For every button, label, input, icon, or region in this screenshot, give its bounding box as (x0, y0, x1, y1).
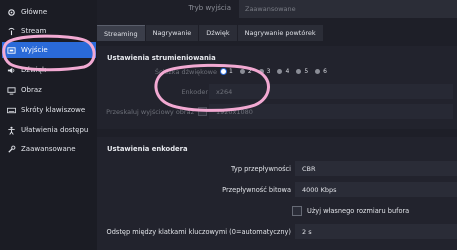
accessibility-icon (7, 126, 16, 135)
speaker-icon (7, 66, 16, 75)
radio-dot (239, 69, 245, 74)
encoder-select[interactable]: x264 (209, 84, 453, 99)
streaming-settings-panel: Ustawienia strumieniowania Ścieżka dźwię… (97, 46, 457, 129)
audio-track-radio-4[interactable]: 4 (277, 68, 289, 75)
output-mode-select[interactable]: Zaawansowane (239, 0, 457, 18)
audio-track-num: 6 (323, 68, 327, 75)
keyboard-icon (7, 106, 16, 115)
audio-track-radio-6[interactable]: 6 (315, 68, 327, 75)
broadcast-icon (7, 27, 16, 36)
keyframe-interval-input[interactable]: 2 s (295, 224, 457, 239)
output-icon (7, 46, 16, 55)
sidebar-item-label: Dźwięk (21, 66, 47, 74)
audio-track-num: 3 (266, 68, 271, 75)
output-mode-label: Tryb wyjścia (188, 4, 231, 12)
encoder-section-title: Ustawienia enkodera (107, 145, 188, 153)
audio-track-radios: 1 2 3 4 5 6 (221, 68, 334, 75)
sidebar-item-label: Skróty klawiszowe (21, 106, 86, 114)
tab-replay-buffer[interactable]: Nagrywanie powtórek (237, 25, 323, 41)
radio-dot (258, 69, 264, 74)
rescale-label: Przeskaluj wyjściowy obraz (106, 108, 194, 116)
radio-dot (315, 69, 321, 74)
radio-dot (277, 69, 283, 74)
custom-buffer-checkbox[interactable]: Użyj własnego rozmiaru bufora (292, 206, 409, 216)
audio-track-radio-2[interactable]: 2 (239, 68, 252, 75)
audio-track-radio-3[interactable]: 3 (258, 68, 271, 75)
sidebar-item-video[interactable]: Obraz (2, 82, 96, 98)
sidebar-item-label: Ułatwienia dostępu (21, 126, 89, 134)
bitrate-label: Przepływność bitowa (222, 186, 291, 194)
rate-control-select[interactable]: CBR (295, 161, 457, 176)
checkbox-box (292, 206, 302, 216)
audio-track-num: 4 (285, 68, 290, 75)
tab-streaming[interactable]: Streaming (97, 25, 145, 41)
sidebar-item-label: Zaawansowane (21, 145, 76, 153)
sidebar-item-label: Wyjście (21, 46, 48, 54)
audio-track-radio-1[interactable]: 1 (221, 68, 233, 75)
settings-sidebar: Główne Stream Wyjście Dźwięk Obraz Skrót… (0, 0, 97, 250)
tab-recording[interactable]: Nagrywanie (145, 25, 199, 41)
sidebar-item-accessibility[interactable]: Ułatwienia dostępu (2, 122, 96, 138)
rescale-checkbox[interactable] (198, 107, 207, 116)
radio-dot (296, 69, 302, 74)
rate-control-label: Typ przepływności (230, 165, 291, 173)
encoder-settings-panel: Ustawienia enkodera Typ przepływności CB… (97, 137, 457, 250)
audio-track-num: 1 (229, 68, 233, 75)
audio-track-label: Ścieżka dźwiękowe (154, 68, 217, 76)
output-mode-row: Tryb wyjścia Zaawansowane (97, 0, 457, 22)
output-tabs: Streaming Nagrywanie Dźwięk Nagrywanie p… (97, 25, 324, 41)
sidebar-item-label: Główne (21, 8, 48, 16)
custom-buffer-label: Użyj własnego rozmiaru bufora (307, 207, 410, 215)
rescale-resolution-select[interactable]: 1920x1080 (209, 104, 453, 119)
streaming-section-title: Ustawienia strumieniowania (107, 54, 216, 62)
sidebar-item-hotkeys[interactable]: Skróty klawiszowe (2, 102, 96, 118)
sidebar-item-advanced[interactable]: Zaawansowane (2, 141, 96, 157)
tab-audio[interactable]: Dźwięk (199, 25, 237, 41)
wrench-icon (7, 145, 16, 154)
audio-track-radio-5[interactable]: 5 (296, 68, 308, 75)
radio-dot (221, 69, 226, 74)
audio-track-num: 5 (304, 68, 309, 75)
sidebar-item-stream[interactable]: Stream (2, 23, 96, 39)
audio-track-num: 2 (247, 68, 252, 75)
sidebar-item-label: Stream (21, 27, 47, 35)
sidebar-item-general[interactable]: Główne (2, 4, 96, 20)
settings-main: Tryb wyjścia Zaawansowane Streaming Nagr… (97, 0, 457, 250)
encoder-label: Enkoder (181, 88, 208, 96)
keyframe-interval-label: Odstęp między klatkami kluczowymi (0=aut… (106, 228, 291, 236)
sidebar-item-output[interactable]: Wyjście (2, 42, 96, 58)
monitor-icon (7, 86, 16, 95)
gear-icon (7, 8, 16, 17)
sidebar-item-label: Obraz (21, 86, 42, 94)
bitrate-input[interactable]: 4000 Kbps (295, 182, 457, 197)
sidebar-item-audio[interactable]: Dźwięk (2, 62, 96, 78)
